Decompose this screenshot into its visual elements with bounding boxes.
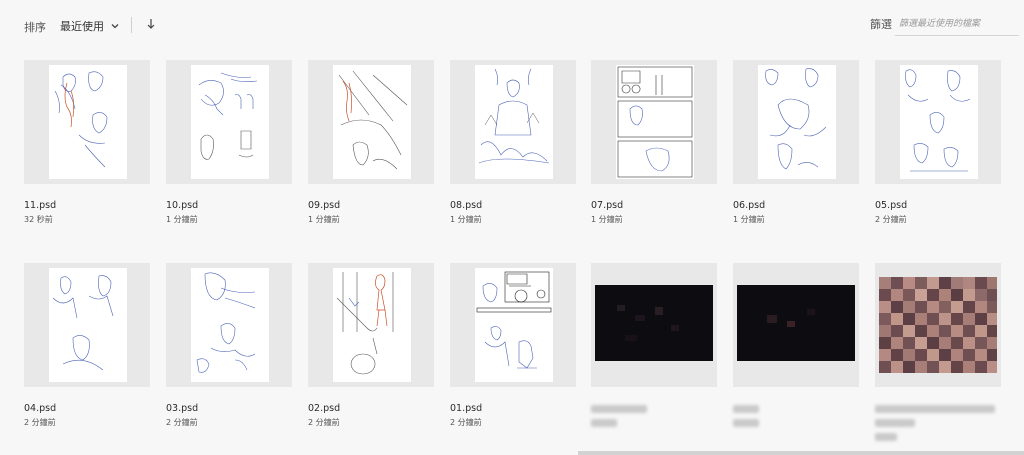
file-thumbnail xyxy=(166,60,292,184)
file-name: 03.psd xyxy=(166,403,199,414)
file-thumbnail xyxy=(450,60,576,184)
redacted-filename xyxy=(875,405,995,413)
file-thumbnail-pixelated xyxy=(875,263,1001,387)
file-modified-time: 1 分鐘前 xyxy=(450,215,482,224)
pixelated-image xyxy=(879,277,997,373)
file-name: 06.psd xyxy=(733,200,766,211)
file-thumbnail-pixelated xyxy=(733,263,859,387)
horizontal-scrollbar[interactable] xyxy=(578,451,1024,455)
file-name: 01.psd xyxy=(450,403,483,414)
file-name: 09.psd xyxy=(308,200,341,211)
file-modified-time: 2 分鐘前 xyxy=(450,418,482,427)
file-modified-time: 1 分鐘前 xyxy=(308,215,340,224)
file-modified-time: 1 分鐘前 xyxy=(166,215,198,224)
pixelated-image xyxy=(595,285,713,361)
file-modified-time: 2 分鐘前 xyxy=(166,418,198,427)
file-thumbnail xyxy=(24,263,150,387)
recent-files-grid: 11.psd 32 秒前 10.psd 1 分鐘前 09.psd 1 分鐘前 0… xyxy=(0,0,1024,455)
file-modified-time: 1 分鐘前 xyxy=(733,215,765,224)
file-thumbnail xyxy=(591,60,717,184)
file-modified-time: 2 分鐘前 xyxy=(24,418,56,427)
sketch-thumbnail-image xyxy=(54,71,108,168)
redacted-filename xyxy=(733,405,759,413)
file-name: 02.psd xyxy=(308,403,341,414)
file-thumbnail xyxy=(308,263,434,387)
redacted-time xyxy=(591,419,617,427)
redacted-time xyxy=(733,419,759,427)
sketch-thumbnail-image xyxy=(52,275,114,371)
file-modified-time: 2 分鐘前 xyxy=(875,215,907,224)
redacted-filename xyxy=(591,405,647,413)
file-name: 04.psd xyxy=(24,403,57,414)
sketch-thumbnail-image xyxy=(476,271,552,369)
sketch-thumbnail-image xyxy=(336,272,394,375)
file-modified-time: 1 分鐘前 xyxy=(591,215,623,224)
file-thumbnail xyxy=(450,263,576,387)
sketch-thumbnail-image xyxy=(478,68,550,164)
sketch-thumbnail-image xyxy=(617,66,693,178)
sketch-thumbnail-image xyxy=(905,69,971,172)
file-modified-time: 2 分鐘前 xyxy=(308,418,340,427)
redacted-time xyxy=(875,419,915,427)
file-modified-time: 32 秒前 xyxy=(24,215,53,224)
sketch-thumbnail-image xyxy=(338,70,408,170)
file-thumbnail xyxy=(166,263,292,387)
file-thumbnail-pixelated xyxy=(591,263,717,387)
redacted-extra xyxy=(875,433,897,441)
pixelated-image xyxy=(737,285,855,361)
file-thumbnail xyxy=(24,60,150,184)
sketch-thumbnail-image xyxy=(765,68,827,170)
sketch-thumbnail-image xyxy=(198,72,258,160)
file-thumbnail xyxy=(875,60,1001,184)
file-name: 07.psd xyxy=(591,200,624,211)
file-thumbnail xyxy=(733,60,859,184)
file-name: 05.psd xyxy=(875,200,908,211)
file-thumbnail xyxy=(308,60,434,184)
file-name: 08.psd xyxy=(450,200,483,211)
file-name: 10.psd xyxy=(166,200,199,211)
sketch-thumbnail-image xyxy=(196,272,256,373)
file-name: 11.psd xyxy=(24,200,57,211)
